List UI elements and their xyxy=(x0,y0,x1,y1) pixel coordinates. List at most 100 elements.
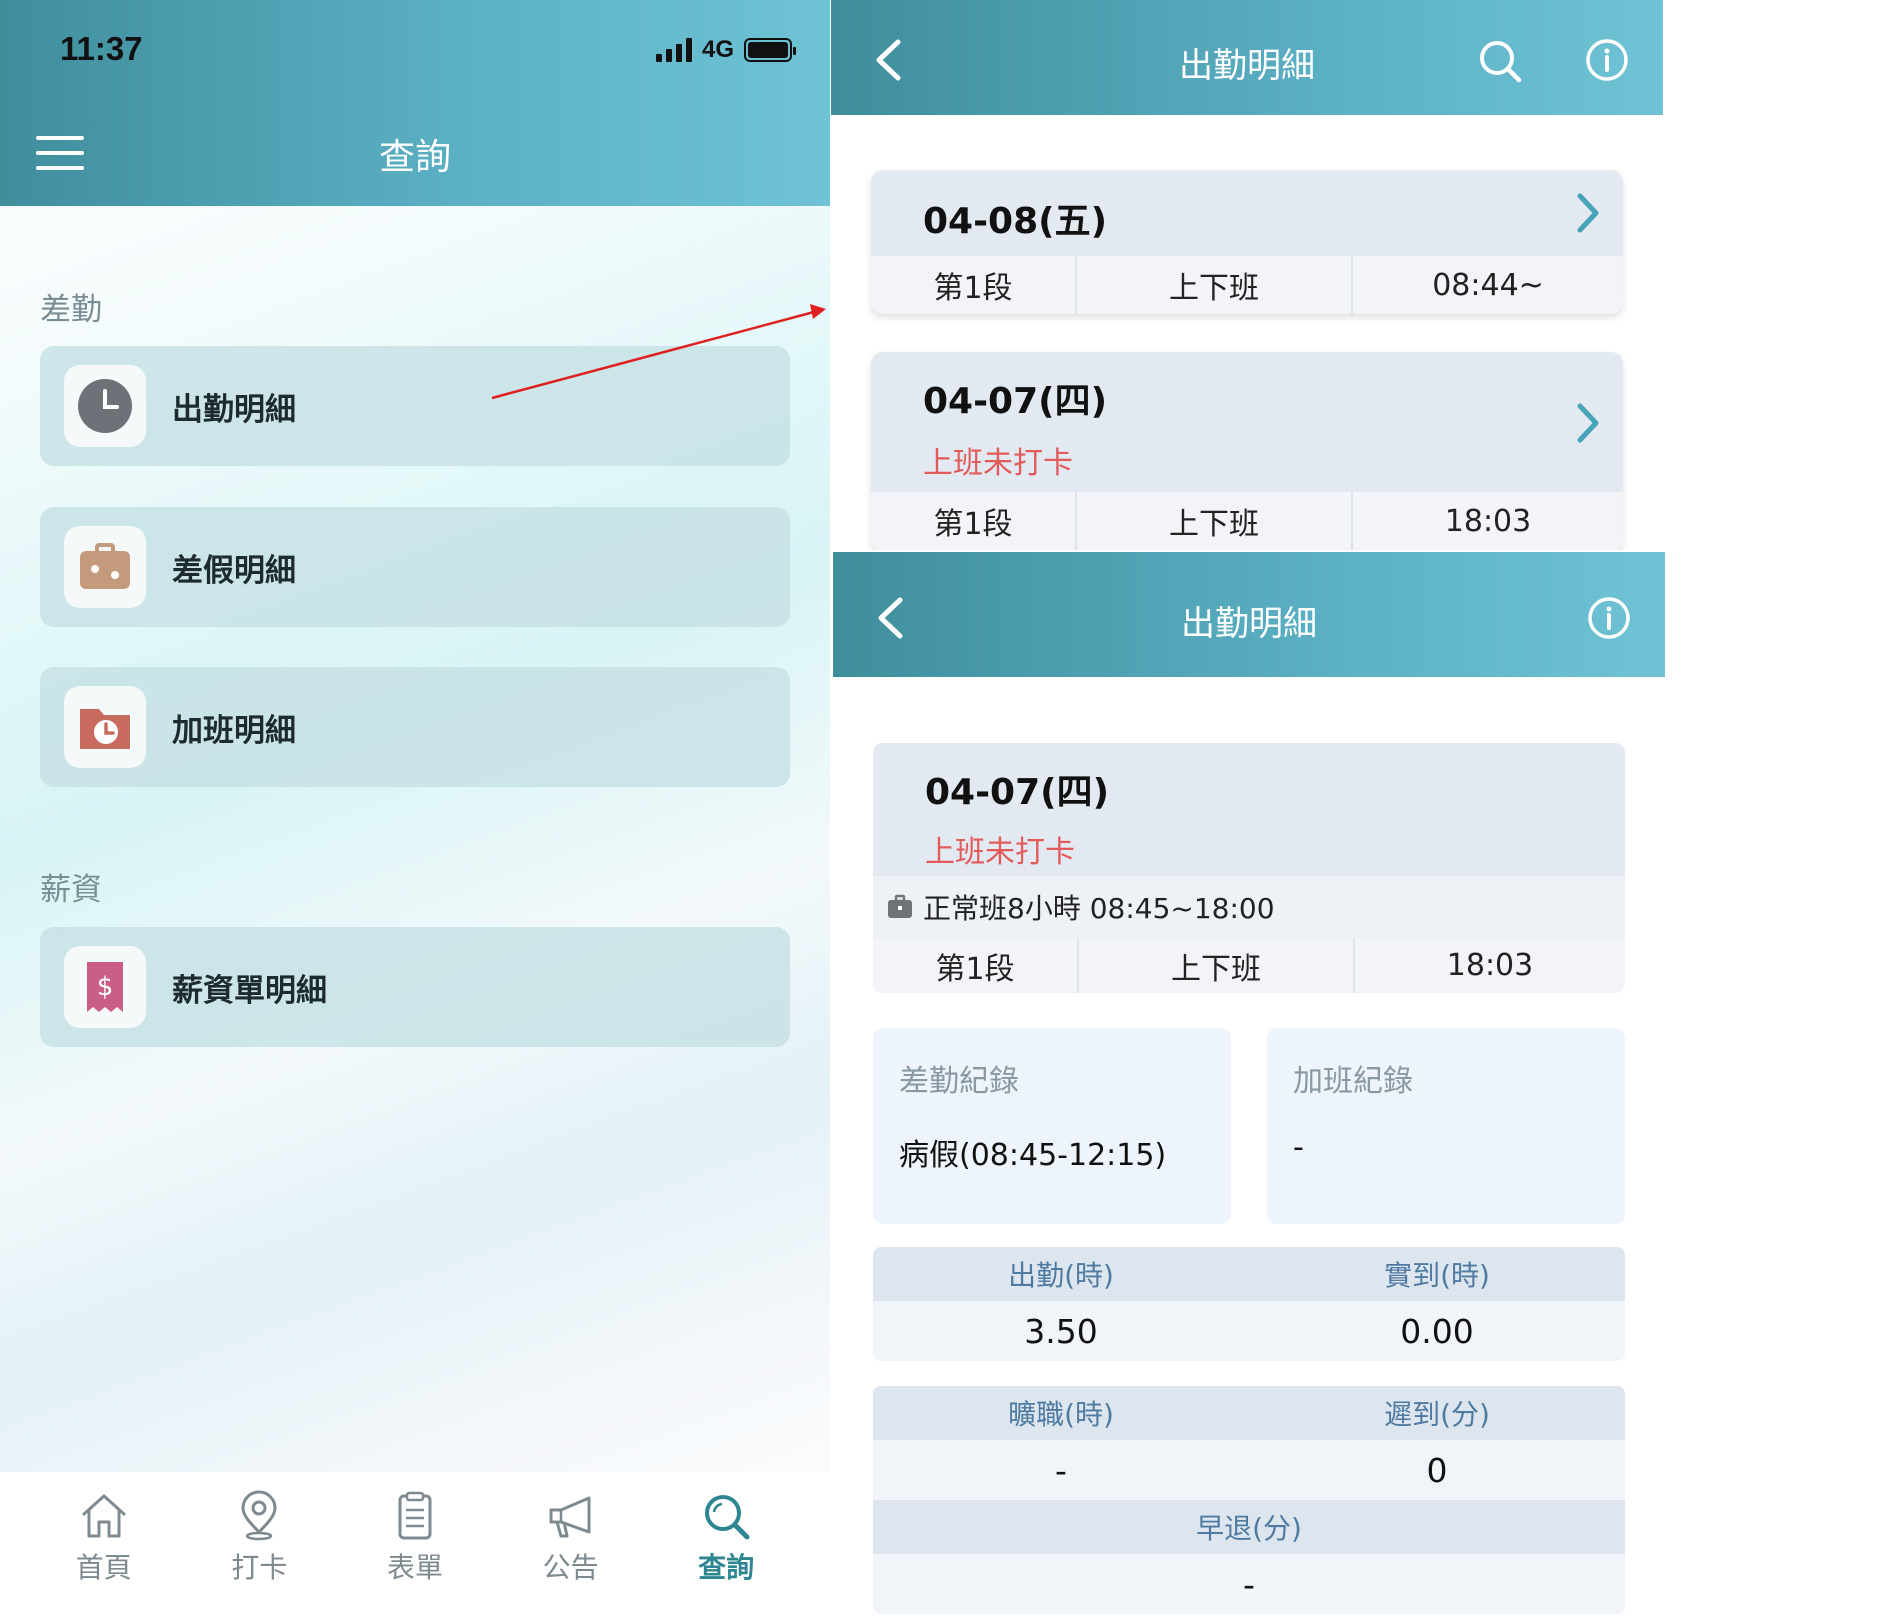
info-icon xyxy=(1588,597,1630,639)
stat-label-late: 遲到(分) xyxy=(1384,1398,1490,1431)
stat-header-row: 出勤(時) 實到(時) xyxy=(873,1247,1625,1301)
tab-label: 首頁 xyxy=(75,1551,132,1584)
status-time: 11:37 xyxy=(60,30,143,67)
section-label-salary: 薪資 xyxy=(40,872,102,908)
tab-announcements[interactable]: 公告 xyxy=(511,1472,631,1619)
menu-item-overtime-detail[interactable]: 加班明細 xyxy=(40,667,790,787)
stat-label-early-leave: 早退(分) xyxy=(1196,1512,1302,1545)
tab-label: 公告 xyxy=(542,1551,599,1584)
stat-label-actual: 實到(時) xyxy=(1384,1259,1490,1292)
segment-name: 第1段 xyxy=(933,507,1013,542)
home-icon xyxy=(82,1494,126,1538)
stat-value-row: - 0 xyxy=(873,1440,1625,1500)
attendance-stats-block: 出勤(時) 實到(時) 3.50 0.00 xyxy=(873,1247,1625,1361)
segment-time: 18:03 xyxy=(1353,938,1625,993)
punch-warning: 上班未打卡 xyxy=(925,835,1075,870)
segment-row: 第1段 上下班 18:03 xyxy=(873,938,1625,993)
day-date: 04-07(四) xyxy=(925,772,1110,813)
network-type: 4G xyxy=(701,36,734,63)
stat-value-actual: 0.00 xyxy=(1400,1311,1474,1351)
tab-query[interactable]: 查詢 xyxy=(666,1472,786,1619)
stat-value-early-leave: - xyxy=(1243,1564,1255,1604)
query-screen: 11:37 4G 查詢 差勤 出勤明細 差假明細 加班明細 薪資 $ 薪資單明細… xyxy=(0,0,830,1619)
overtime-record-value: - xyxy=(1293,1130,1304,1165)
segment-type: 上下班 xyxy=(1075,256,1351,314)
search-icon xyxy=(1480,41,1522,83)
stat-header-row: 早退(分) xyxy=(873,1500,1625,1554)
page-title: 查詢 xyxy=(378,137,451,178)
attendance-list-screen: 出勤明細 04-08(五) 第1段 上下班 08:44~ 04-07(四) 上班… xyxy=(831,0,1663,550)
shift-info: 正常班8小時 08:45~18:00 xyxy=(873,876,1625,938)
segment-time: 18:03 xyxy=(1351,492,1623,550)
stat-value-absent: - xyxy=(1055,1450,1067,1490)
search-icon xyxy=(705,1495,750,1540)
segment-name: 第1段 xyxy=(933,271,1013,306)
receipt-dollar-icon: $ xyxy=(64,946,146,1028)
menu-item-payslip-detail[interactable]: $ 薪資單明細 xyxy=(40,927,790,1047)
overtime-record-box: 加班紀錄 - xyxy=(1267,1028,1625,1224)
segment-row: 第1段 上下班 08:44~ xyxy=(871,256,1623,314)
day-detail-card: 04-07(四) 上班未打卡 正常班8小時 08:45~18:00 第1段 上下… xyxy=(873,743,1625,993)
chevron-right-icon[interactable] xyxy=(1575,402,1601,448)
day-card[interactable]: 04-07(四) 上班未打卡 第1段 上下班 18:03 xyxy=(871,352,1623,550)
clipboard-icon xyxy=(398,1491,432,1540)
app-header: 出勤明細 xyxy=(831,0,1663,115)
chevron-right-icon[interactable] xyxy=(1575,192,1601,238)
page-title: 出勤明細 xyxy=(1179,46,1315,86)
day-date: 04-07(四) xyxy=(923,381,1108,422)
menu-item-label: 出勤明細 xyxy=(172,391,296,428)
tab-label: 表單 xyxy=(386,1551,443,1584)
battery-icon xyxy=(744,38,796,62)
composite-screenshot: 11:37 4G 查詢 差勤 出勤明細 差假明細 加班明細 薪資 $ 薪資單明細… xyxy=(0,0,1884,1619)
briefcase-icon xyxy=(888,894,912,918)
tab-label: 查詢 xyxy=(698,1551,755,1584)
stat-label-absent: 曠職(時) xyxy=(1008,1398,1114,1431)
menu-item-label: 薪資單明細 xyxy=(172,972,327,1009)
stat-value-row: 3.50 0.00 xyxy=(873,1301,1625,1361)
clock-icon xyxy=(64,365,146,447)
megaphone-icon xyxy=(549,1496,591,1538)
page-title: 出勤明細 xyxy=(1181,604,1317,644)
signal-icon xyxy=(655,38,692,62)
segment-type: 上下班 xyxy=(1075,492,1351,550)
stat-value-late: 0 xyxy=(1426,1450,1448,1490)
location-pin-icon xyxy=(241,1490,277,1541)
search-button[interactable] xyxy=(1477,38,1523,88)
app-header: 出勤明細 xyxy=(833,552,1665,677)
bottom-tab-bar: 首頁 打卡 表單 公告 查詢 xyxy=(0,1472,830,1619)
suitcase-icon xyxy=(64,526,146,608)
status-indicators: 4G xyxy=(655,36,796,64)
menu-item-leave-detail[interactable]: 差假明細 xyxy=(40,507,790,627)
menu-item-label: 差假明細 xyxy=(172,552,296,589)
stat-value-row: - xyxy=(873,1554,1625,1614)
app-header: 11:37 4G 查詢 xyxy=(0,0,830,206)
tab-forms[interactable]: 表單 xyxy=(355,1472,475,1619)
segment-type: 上下班 xyxy=(1077,938,1353,993)
punch-warning: 上班未打卡 xyxy=(923,446,1073,481)
leave-record-title: 差勤紀錄 xyxy=(899,1064,1019,1099)
info-button[interactable] xyxy=(1585,38,1629,86)
segment-row: 第1段 上下班 18:03 xyxy=(871,492,1623,550)
segment-time: 08:44~ xyxy=(1351,256,1623,314)
stat-header-row: 曠職(時) 遲到(分) xyxy=(873,1386,1625,1440)
attendance-detail-screen: 出勤明細 04-07(四) 上班未打卡 正常班8小時 08:45~18:00 第… xyxy=(833,552,1665,1619)
shift-text: 正常班8小時 08:45~18:00 xyxy=(923,892,1275,925)
svg-text:$: $ xyxy=(97,972,114,1002)
leave-record-value: 病假(08:45-12:15) xyxy=(899,1138,1167,1173)
menu-item-label: 加班明細 xyxy=(172,712,296,749)
section-label-attendance: 差勤 xyxy=(40,292,102,328)
tab-label: 打卡 xyxy=(231,1551,288,1584)
folder-clock-icon xyxy=(64,686,146,768)
segment-name: 第1段 xyxy=(935,951,1015,987)
stat-label-attendance: 出勤(時) xyxy=(1008,1259,1114,1292)
tab-home[interactable]: 首頁 xyxy=(44,1472,164,1619)
info-button[interactable] xyxy=(1587,596,1631,644)
tab-punch[interactable]: 打卡 xyxy=(199,1472,319,1619)
stat-value-attendance: 3.50 xyxy=(1024,1311,1098,1351)
leave-record-box: 差勤紀錄 病假(08:45-12:15) xyxy=(873,1028,1231,1224)
info-icon xyxy=(1586,39,1628,81)
exception-stats-block: 曠職(時) 遲到(分) - 0 早退(分) - xyxy=(873,1386,1625,1614)
menu-item-attendance-detail[interactable]: 出勤明細 xyxy=(40,346,790,466)
day-date: 04-08(五) xyxy=(923,201,1108,242)
day-card[interactable]: 04-08(五) 第1段 上下班 08:44~ xyxy=(871,170,1623,314)
